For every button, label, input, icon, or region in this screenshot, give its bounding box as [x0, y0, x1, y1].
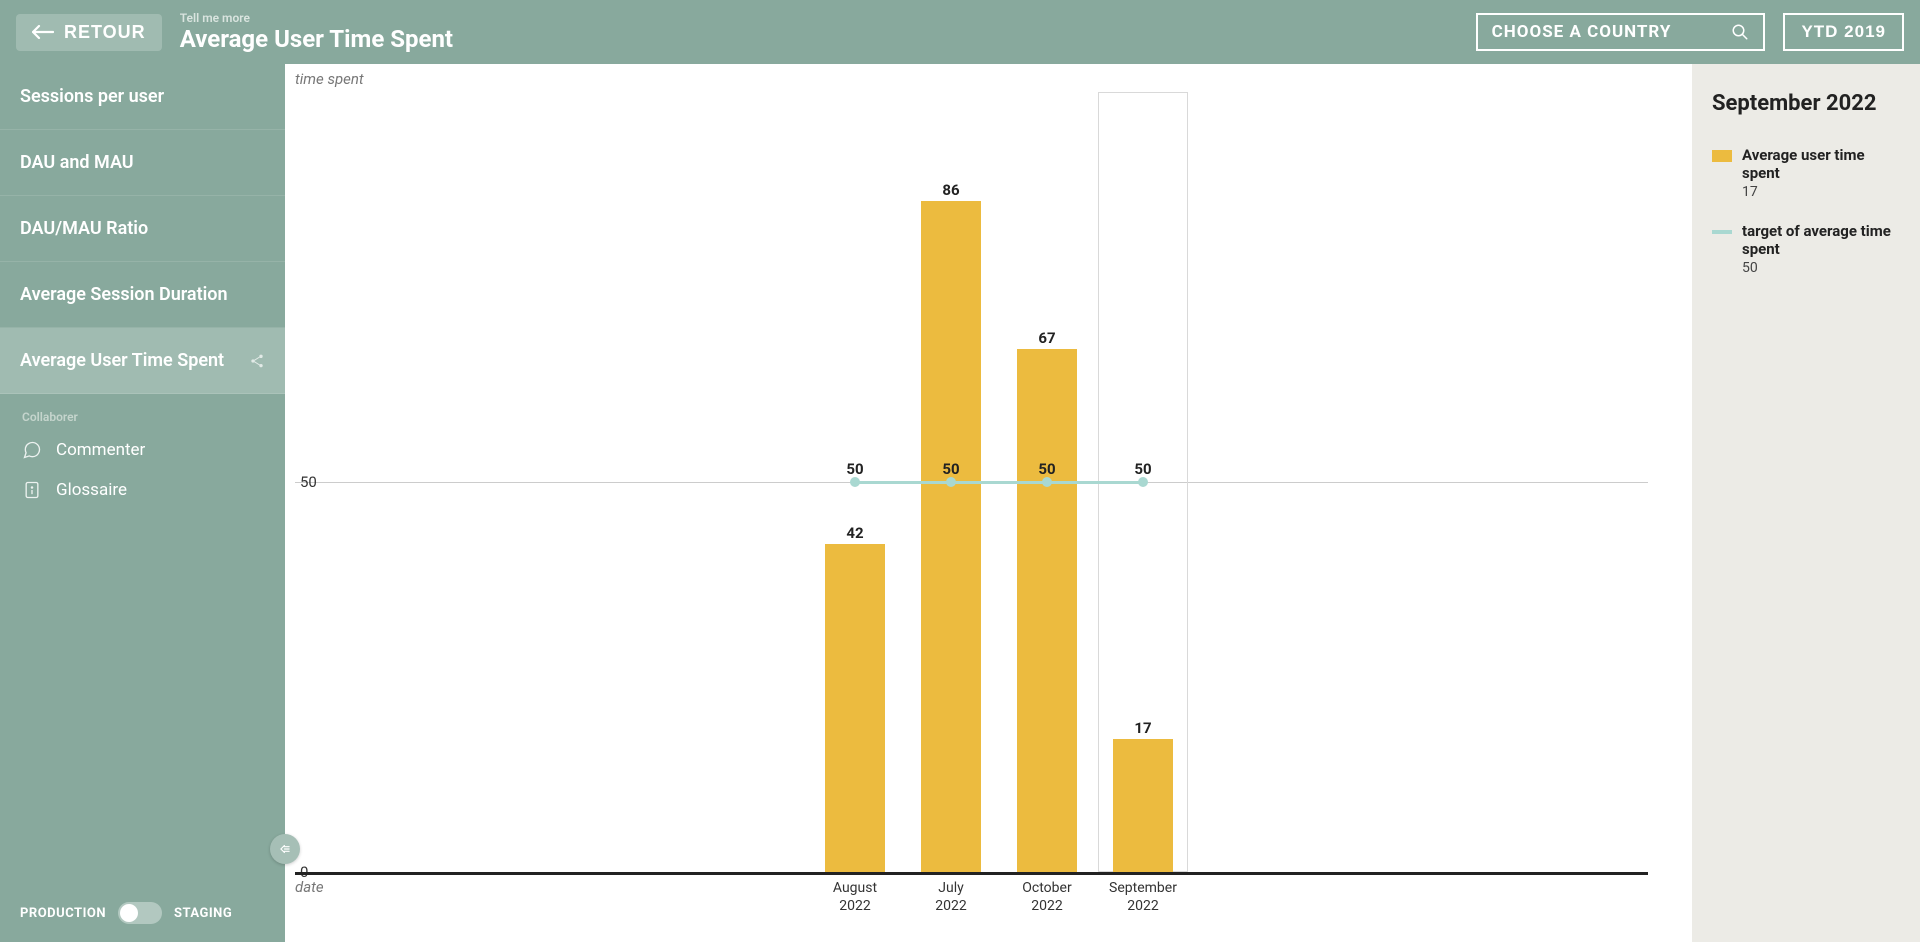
sidebar-commenter[interactable]: Commenter	[0, 430, 285, 470]
tell-me-more-link[interactable]: Tell me more	[180, 11, 453, 25]
x-axis	[295, 872, 1648, 875]
title-wrap: Tell me more Average User Time Spent	[180, 11, 453, 53]
sidebar-item-avg-session-duration[interactable]: Average Session Duration	[0, 262, 285, 328]
sidebar-item-sessions-per-user[interactable]: Sessions per user	[0, 64, 285, 130]
target-value-label: 50	[1134, 460, 1151, 478]
collab-item-label: Glossaire	[56, 480, 127, 500]
sidebar: Sessions per user DAU and MAU DAU/MAU Ra…	[0, 64, 285, 942]
x-category-label: July2022	[903, 880, 999, 915]
legend-entry-line: target of average time spent 50	[1712, 222, 1900, 276]
search-icon	[1731, 23, 1749, 41]
target-value-label: 50	[846, 460, 863, 478]
chart-bar[interactable]	[1113, 739, 1173, 872]
x-category-label: August2022	[807, 880, 903, 915]
target-value-label: 50	[942, 460, 959, 478]
comment-icon	[22, 440, 42, 460]
ytd-button[interactable]: YTD 2019	[1783, 13, 1904, 51]
x-category-label: October2022	[999, 880, 1095, 915]
legend-name: target of average time spent	[1742, 222, 1900, 258]
info-panel: September 2022 Average user time spent 1…	[1692, 64, 1920, 942]
bar-value-label: 17	[1113, 719, 1173, 737]
bar-value-label: 86	[921, 181, 981, 199]
target-value-label: 50	[1038, 460, 1055, 478]
header: RETOUR Tell me more Average User Time Sp…	[0, 0, 1920, 64]
sidebar-item-dau-mau-ratio[interactable]: DAU/MAU Ratio	[0, 196, 285, 262]
bar-value-label: 67	[1017, 329, 1077, 347]
env-toggle: PRODUCTION STAGING	[0, 884, 285, 942]
collab-section-label: Collaborer	[0, 394, 285, 430]
back-label: RETOUR	[64, 22, 146, 43]
bar-value-label: 42	[825, 524, 885, 542]
chart: 50042August202286July202267October202217…	[350, 92, 1648, 872]
sidebar-item-dau-mau[interactable]: DAU and MAU	[0, 130, 285, 196]
share-icon[interactable]	[249, 353, 265, 369]
target-point[interactable]	[850, 477, 860, 487]
legend-swatch-bar	[1712, 150, 1732, 162]
arrow-left-icon	[32, 25, 54, 39]
y-axis-title: time spent	[295, 70, 364, 88]
sidebar-glossaire[interactable]: Glossaire	[0, 470, 285, 510]
chart-area: time spent 50042August202286July202267Oc…	[285, 64, 1692, 942]
document-icon	[22, 480, 42, 500]
env-switch[interactable]	[118, 902, 162, 924]
collab-item-label: Commenter	[56, 440, 145, 460]
sidebar-item-label: Average User Time Spent	[20, 350, 224, 371]
env-staging-label: STAGING	[174, 906, 232, 921]
env-production-label: PRODUCTION	[20, 906, 106, 921]
back-button[interactable]: RETOUR	[16, 14, 162, 51]
main: time spent 50042August202286July202267Oc…	[285, 64, 1920, 942]
target-point[interactable]	[946, 477, 956, 487]
legend-name: Average user time spent	[1742, 146, 1900, 182]
y-tick-50: 50	[300, 473, 317, 491]
legend-value: 17	[1742, 184, 1900, 200]
country-selector[interactable]: CHOOSE A COUNTRY	[1476, 13, 1766, 51]
body: Sessions per user DAU and MAU DAU/MAU Ra…	[0, 64, 1920, 942]
info-panel-title: September 2022	[1712, 90, 1900, 118]
legend-swatch-line	[1712, 230, 1732, 234]
sidebar-item-label: Sessions per user	[20, 86, 164, 107]
country-selector-label: CHOOSE A COUNTRY	[1492, 22, 1672, 42]
sidebar-item-label: Average Session Duration	[20, 284, 228, 305]
x-category-label: September2022	[1095, 880, 1191, 915]
legend-value: 50	[1742, 260, 1900, 276]
sidebar-item-label: DAU and MAU	[20, 152, 134, 173]
target-point[interactable]	[1042, 477, 1052, 487]
chart-bar[interactable]	[825, 544, 885, 872]
sidebar-item-label: DAU/MAU Ratio	[20, 218, 148, 239]
chart-bar[interactable]	[1017, 349, 1077, 872]
target-line	[855, 481, 1143, 484]
legend-entry-bar: Average user time spent 17	[1712, 146, 1900, 200]
page-title: Average User Time Spent	[180, 25, 453, 53]
sidebar-item-avg-user-time-spent[interactable]: Average User Time Spent	[0, 328, 285, 394]
chart-bar[interactable]	[921, 201, 981, 872]
x-axis-title: date	[295, 878, 324, 896]
target-point[interactable]	[1138, 477, 1148, 487]
